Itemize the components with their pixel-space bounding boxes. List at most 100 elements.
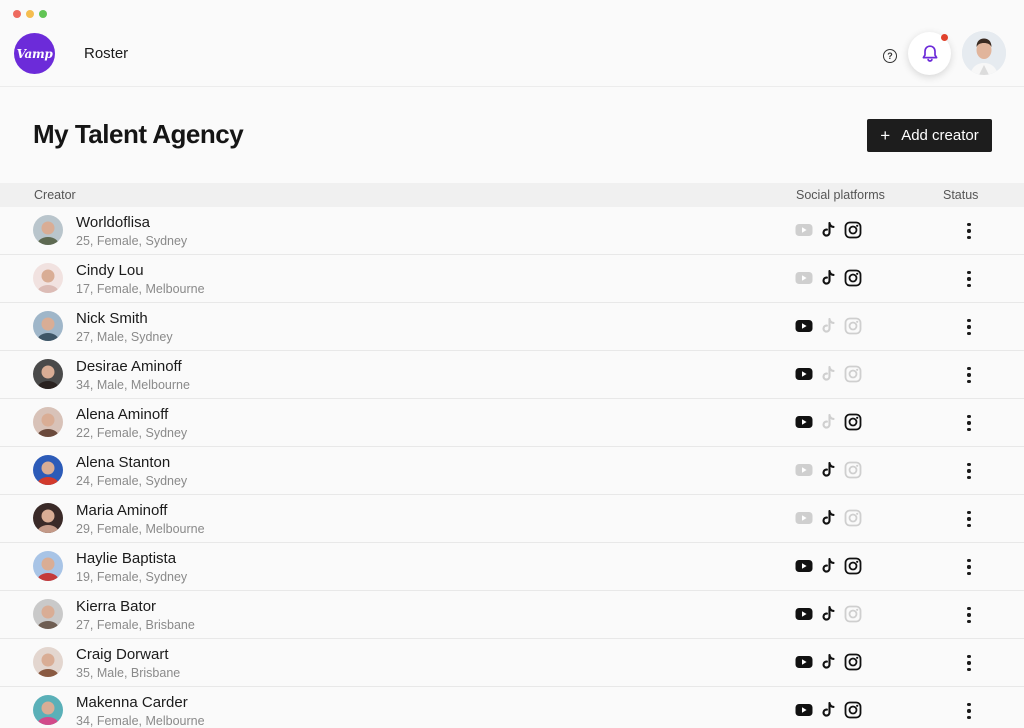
creator-row[interactable]: Craig Dorwart 35, Male, Brisbane	[0, 639, 1024, 687]
row-more-options-button[interactable]	[962, 701, 976, 721]
creator-row[interactable]: Makenna Carder 34, Female, Melbourne	[0, 687, 1024, 728]
creator-name[interactable]: Cindy Lou	[76, 262, 144, 279]
instagram-icon[interactable]	[843, 364, 863, 384]
row-more-options-button[interactable]	[962, 365, 976, 385]
creator-name[interactable]: Craig Dorwart	[76, 646, 169, 663]
instagram-icon[interactable]	[843, 268, 863, 288]
row-more-options-button[interactable]	[962, 221, 976, 241]
row-more-options-button[interactable]	[962, 605, 976, 625]
youtube-icon[interactable]	[794, 556, 814, 576]
youtube-icon[interactable]	[794, 700, 814, 720]
creator-details: 25, Female, Sydney	[76, 234, 188, 248]
row-more-options-button[interactable]	[962, 653, 976, 673]
tiktok-icon[interactable]	[818, 508, 838, 528]
more-dot-icon	[967, 325, 971, 329]
tiktok-icon[interactable]	[818, 604, 838, 624]
creator-avatar	[33, 599, 63, 629]
add-creator-button[interactable]: + Add creator	[867, 119, 992, 152]
nav-title-roster[interactable]: Roster	[84, 45, 128, 62]
column-header-creator[interactable]: Creator	[34, 188, 76, 202]
creator-row[interactable]: Alena Stanton 24, Female, Sydney	[0, 447, 1024, 495]
tiktok-icon[interactable]	[818, 412, 838, 432]
creator-details: 34, Male, Melbourne	[76, 378, 190, 392]
creator-row[interactable]: Desirae Aminoff 34, Male, Melbourne	[0, 351, 1024, 399]
youtube-icon[interactable]	[794, 508, 814, 528]
tiktok-icon[interactable]	[818, 460, 838, 480]
creator-details: 19, Female, Sydney	[76, 570, 188, 584]
close-window-dot[interactable]	[13, 10, 21, 18]
more-dot-icon	[967, 463, 971, 467]
creator-avatar	[33, 407, 63, 437]
tiktok-icon[interactable]	[818, 364, 838, 384]
column-header-status[interactable]: Status	[943, 188, 978, 202]
tiktok-icon[interactable]	[818, 700, 838, 720]
row-more-options-button[interactable]	[962, 557, 976, 577]
instagram-icon[interactable]	[843, 460, 863, 480]
instagram-icon[interactable]	[843, 652, 863, 672]
creator-name[interactable]: Maria Aminoff	[76, 502, 167, 519]
creator-row[interactable]: Maria Aminoff 29, Female, Melbourne	[0, 495, 1024, 543]
instagram-icon[interactable]	[843, 412, 863, 432]
tiktok-icon[interactable]	[818, 652, 838, 672]
creator-avatar	[33, 695, 63, 725]
youtube-icon[interactable]	[794, 412, 814, 432]
top-bar: Vamp Roster ?	[0, 24, 1024, 87]
creator-name[interactable]: Haylie Baptista	[76, 550, 176, 567]
youtube-icon[interactable]	[794, 220, 814, 240]
row-more-options-button[interactable]	[962, 413, 976, 433]
instagram-icon[interactable]	[843, 220, 863, 240]
creator-row[interactable]: Kierra Bator 27, Female, Brisbane	[0, 591, 1024, 639]
creator-row[interactable]: Worldoflisa 25, Female, Sydney	[0, 207, 1024, 255]
tiktok-icon[interactable]	[818, 316, 838, 336]
creator-name[interactable]: Alena Stanton	[76, 454, 170, 471]
help-icon[interactable]: ?	[883, 49, 897, 63]
creator-name[interactable]: Kierra Bator	[76, 598, 156, 615]
youtube-icon[interactable]	[794, 460, 814, 480]
instagram-icon[interactable]	[843, 508, 863, 528]
more-dot-icon	[967, 379, 971, 383]
creator-row[interactable]: Nick Smith 27, Male, Sydney	[0, 303, 1024, 351]
more-dot-icon	[967, 277, 971, 281]
creator-row[interactable]: Haylie Baptista 19, Female, Sydney	[0, 543, 1024, 591]
tiktok-icon[interactable]	[818, 220, 838, 240]
creator-name[interactable]: Alena Aminoff	[76, 406, 168, 423]
notifications-button[interactable]	[908, 32, 951, 75]
more-dot-icon	[967, 421, 971, 425]
column-header-social-platforms[interactable]: Social platforms	[796, 188, 885, 202]
creator-name[interactable]: Nick Smith	[76, 310, 148, 327]
instagram-icon[interactable]	[843, 700, 863, 720]
creator-name[interactable]: Worldoflisa	[76, 214, 150, 231]
creator-row[interactable]: Cindy Lou 17, Female, Melbourne	[0, 255, 1024, 303]
more-dot-icon	[967, 475, 971, 479]
creator-name[interactable]: Makenna Carder	[76, 694, 188, 711]
vamp-logo[interactable]: Vamp	[14, 33, 55, 74]
youtube-icon[interactable]	[794, 652, 814, 672]
youtube-icon[interactable]	[794, 604, 814, 624]
creator-list: Worldoflisa 25, Female, Sydney Cindy Lou…	[0, 207, 1024, 728]
row-more-options-button[interactable]	[962, 509, 976, 529]
youtube-icon[interactable]	[794, 268, 814, 288]
row-more-options-button[interactable]	[962, 461, 976, 481]
minimize-window-dot[interactable]	[26, 10, 34, 18]
youtube-icon[interactable]	[794, 316, 814, 336]
creator-row[interactable]: Alena Aminoff 22, Female, Sydney	[0, 399, 1024, 447]
row-more-options-button[interactable]	[962, 317, 976, 337]
bell-icon	[922, 45, 937, 62]
tiktok-icon[interactable]	[818, 556, 838, 576]
tiktok-icon[interactable]	[818, 268, 838, 288]
table-header: Creator Social platforms Status	[0, 183, 1024, 207]
user-avatar[interactable]	[962, 31, 1006, 75]
instagram-icon[interactable]	[843, 316, 863, 336]
more-dot-icon	[967, 331, 971, 335]
more-dot-icon	[967, 661, 971, 665]
page-title: My Talent Agency	[33, 119, 244, 149]
instagram-icon[interactable]	[843, 604, 863, 624]
row-more-options-button[interactable]	[962, 269, 976, 289]
youtube-icon[interactable]	[794, 364, 814, 384]
creator-name[interactable]: Desirae Aminoff	[76, 358, 182, 375]
maximize-window-dot[interactable]	[39, 10, 47, 18]
plus-icon: +	[880, 126, 891, 145]
more-dot-icon	[967, 571, 971, 575]
creator-details: 29, Female, Melbourne	[76, 522, 205, 536]
instagram-icon[interactable]	[843, 556, 863, 576]
